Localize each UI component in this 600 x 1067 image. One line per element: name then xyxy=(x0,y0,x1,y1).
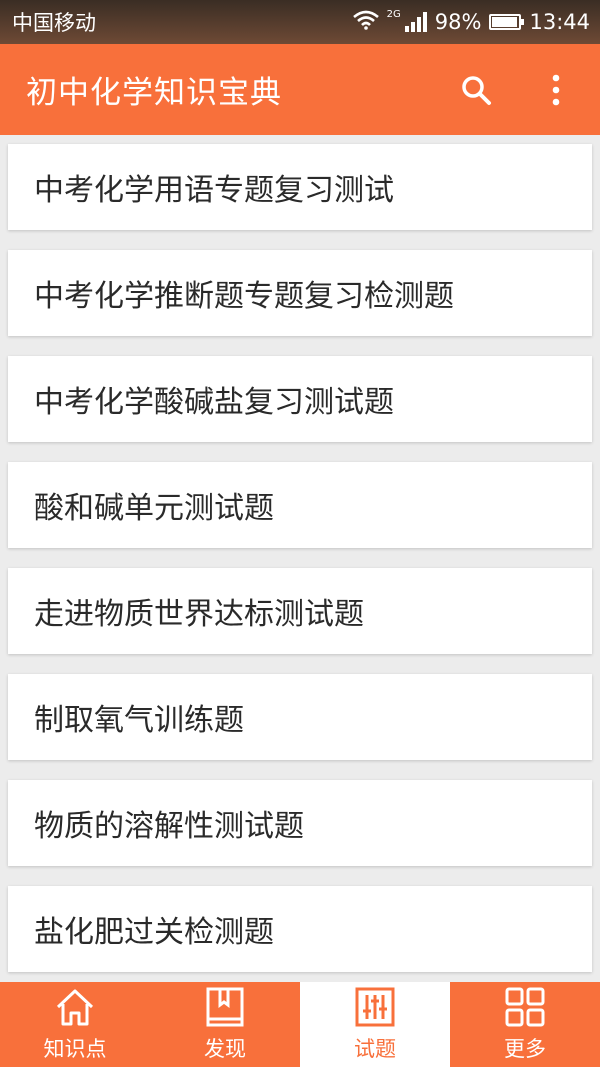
list-item[interactable]: 酸和碱单元测试题 xyxy=(8,462,592,548)
home-icon xyxy=(56,989,94,1026)
list-item[interactable]: 中考化学推断题专题复习检测题 xyxy=(8,250,592,336)
nav-item-quiz[interactable]: 试题 xyxy=(300,982,450,1067)
sliders-icon xyxy=(355,987,395,1027)
nav-label: 试题 xyxy=(354,1037,396,1061)
carrier-label: 中国移动 xyxy=(12,11,96,35)
app-actions xyxy=(456,70,576,110)
nav-item-discover[interactable]: 发现 xyxy=(150,982,300,1067)
grid-icon xyxy=(505,987,545,1027)
app-title: 初中化学知识宝典 xyxy=(26,75,282,111)
nav-label: 更多 xyxy=(504,1037,546,1061)
more-options-button[interactable] xyxy=(536,70,576,110)
app-bar: 初中化学知识宝典 xyxy=(0,44,600,135)
search-button[interactable] xyxy=(456,70,496,110)
nav-item-knowledge[interactable]: 知识点 xyxy=(0,982,150,1067)
search-icon xyxy=(462,75,491,105)
status-bar: 中国移动 2G 98% 13:44 xyxy=(0,0,600,44)
list-item[interactable]: 走进物质世界达标测试题 xyxy=(8,568,592,654)
bottom-nav: 知识点 发现 试题 更多 xyxy=(0,982,600,1067)
list-item[interactable]: 中考化学用语专题复习测试 xyxy=(8,144,592,230)
quiz-list: 中考化学用语专题复习测试 中考化学推断题专题复习检测题 中考化学酸碱盐复习测试题… xyxy=(8,144,592,992)
status-icons: 2G 98% 13:44 xyxy=(352,8,590,35)
list-item[interactable]: 中考化学酸碱盐复习测试题 xyxy=(8,356,592,442)
nav-label: 知识点 xyxy=(43,1037,107,1061)
list-item[interactable]: 物质的溶解性测试题 xyxy=(8,780,592,866)
list-item[interactable]: 制取氧气训练题 xyxy=(8,674,592,760)
more-vert-icon xyxy=(552,74,560,105)
book-icon xyxy=(206,987,244,1027)
network-type-label: 2G xyxy=(386,8,401,20)
list-item[interactable]: 盐化肥过关检测题 xyxy=(8,886,592,972)
clock: 13:44 xyxy=(529,10,590,34)
signal-icon xyxy=(404,12,427,32)
wifi-icon xyxy=(352,10,379,35)
battery-percent: 98% xyxy=(434,10,482,34)
battery-icon xyxy=(489,14,525,30)
nav-label: 发现 xyxy=(204,1037,246,1061)
nav-item-more[interactable]: 更多 xyxy=(450,982,600,1067)
